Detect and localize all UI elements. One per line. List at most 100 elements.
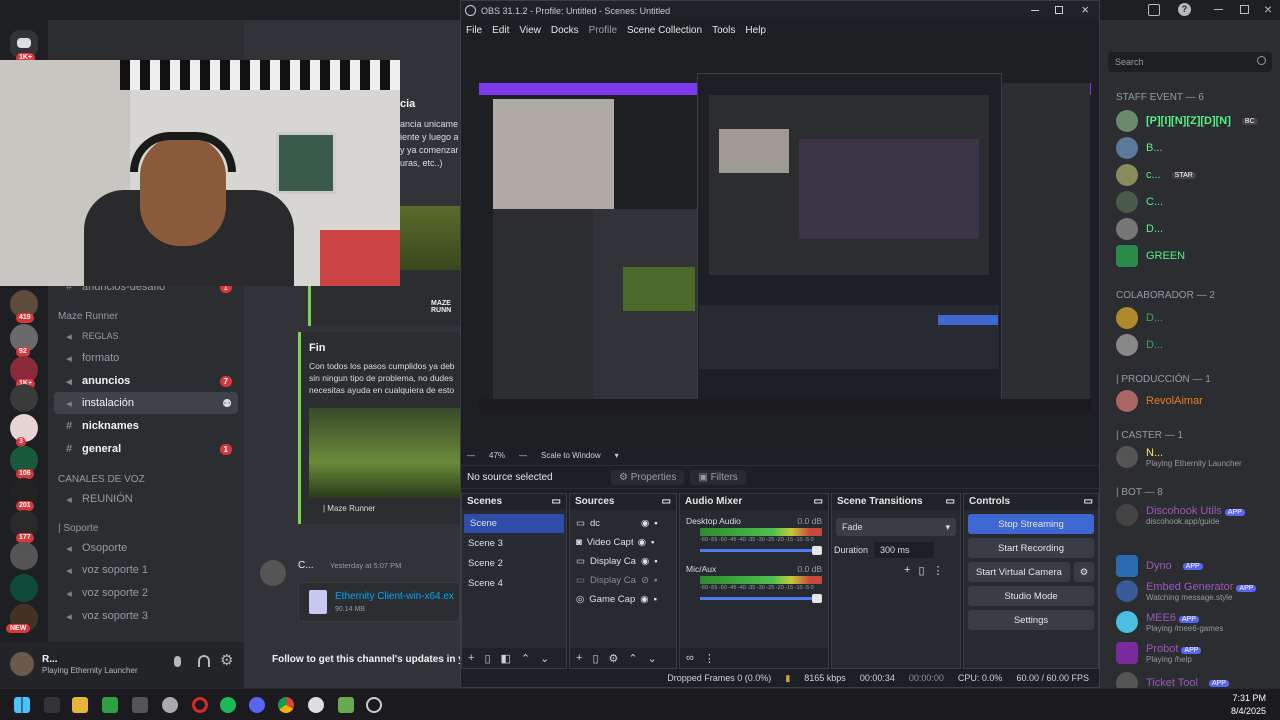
add-icon[interactable]: + bbox=[468, 652, 474, 664]
epic-games-icon[interactable] bbox=[44, 697, 60, 713]
close-icon[interactable]: × bbox=[1264, 1, 1272, 17]
clock-date[interactable]: 8/4/2025 bbox=[1231, 706, 1266, 716]
member-item[interactable]: C... bbox=[1116, 191, 1280, 213]
lock-icon[interactable]: ▪ bbox=[651, 537, 654, 548]
minimize-icon[interactable] bbox=[1031, 10, 1039, 11]
server-icon[interactable]: 177 bbox=[10, 510, 38, 543]
lock-icon[interactable]: ▪ bbox=[654, 556, 657, 567]
chrome-icon[interactable] bbox=[278, 697, 294, 713]
menu-scene-collection[interactable]: Scene Collection bbox=[627, 25, 702, 36]
server-icon[interactable]: 201 bbox=[10, 478, 38, 511]
eye-icon[interactable]: ◉ bbox=[638, 537, 646, 548]
maximize-icon[interactable] bbox=[1240, 5, 1249, 14]
gear-icon[interactable]: ⚙ bbox=[220, 651, 233, 669]
trash-icon[interactable]: ▯ bbox=[918, 564, 924, 577]
stop-streaming-button[interactable]: Stop Streaming bbox=[968, 514, 1094, 534]
transition-select[interactable]: Fade ▾ bbox=[836, 518, 956, 536]
eye-hidden-icon[interactable]: ⊘ bbox=[641, 575, 649, 586]
menu-docks[interactable]: Docks bbox=[551, 25, 579, 36]
add-icon[interactable]: + bbox=[904, 564, 910, 577]
avatar[interactable] bbox=[10, 652, 34, 676]
app-icon[interactable] bbox=[308, 697, 324, 713]
scene-item[interactable]: Scene bbox=[464, 514, 564, 533]
avatar[interactable] bbox=[260, 560, 286, 586]
member-item[interactable]: MEE6 APP Playing /mee6-games bbox=[1116, 611, 1280, 633]
scene-item[interactable]: Scene 3 bbox=[462, 534, 566, 553]
xbox-icon[interactable] bbox=[102, 697, 118, 713]
menu-edit[interactable]: Edit bbox=[492, 25, 509, 36]
zoom-in-button[interactable]: — bbox=[519, 451, 527, 460]
voice-osoporte[interactable]: ◂ Osoporte bbox=[54, 537, 238, 559]
menu-view[interactable]: View bbox=[519, 25, 541, 36]
dock-menu-icon[interactable]: ▭ bbox=[946, 496, 955, 508]
source-item[interactable]: ▭Display Cap◉▪ bbox=[570, 552, 676, 571]
desktop-audio-volume-slider[interactable] bbox=[700, 546, 822, 555]
inbox-icon[interactable] bbox=[1148, 4, 1160, 16]
category-maze-runner[interactable]: Maze Runner bbox=[58, 311, 118, 322]
member-item[interactable]: Embed Generator APP Watching message.style bbox=[1116, 580, 1280, 602]
member-item[interactable]: D... bbox=[1116, 334, 1280, 356]
member-item[interactable]: N... Playing Ethernity Launcher bbox=[1116, 446, 1280, 468]
server-icon[interactable] bbox=[10, 542, 38, 570]
voice-reunion[interactable]: ◂ REUNIÓN bbox=[54, 488, 238, 510]
channel-instalacion[interactable]: ◂ instalación ⚉ bbox=[54, 392, 238, 414]
more-icon[interactable]: ⋮ bbox=[933, 564, 944, 577]
mic-volume-slider[interactable] bbox=[700, 594, 822, 603]
channel-formato[interactable]: ◂ formato bbox=[54, 347, 238, 369]
member-item[interactable]: D... bbox=[1116, 218, 1280, 240]
file-name[interactable]: Ethernity Client-win-x64.ex bbox=[335, 591, 454, 602]
maximize-icon[interactable] bbox=[1055, 6, 1063, 14]
voice-soporte-3[interactable]: ◂ voz soporte 3 bbox=[54, 605, 238, 627]
server-icon[interactable]: 1K+ bbox=[10, 356, 38, 389]
obs-icon[interactable] bbox=[366, 697, 382, 713]
server-icon[interactable]: 92 bbox=[10, 324, 38, 357]
source-item[interactable]: ▭ dc ◉ ▪ bbox=[570, 514, 676, 533]
search-input[interactable]: Search bbox=[1108, 52, 1272, 72]
dock-menu-icon[interactable]: ▭ bbox=[814, 496, 823, 508]
headphones-icon[interactable] bbox=[198, 655, 210, 667]
down-icon[interactable]: ⌄ bbox=[540, 652, 549, 665]
duration-input[interactable]: 300 ms bbox=[874, 542, 935, 558]
file-attachment[interactable]: Ethernity Client-win-x64.ex 90.14 MB bbox=[298, 582, 460, 622]
lock-icon[interactable]: ▪ bbox=[654, 594, 657, 605]
windows-start-icon[interactable] bbox=[14, 697, 30, 713]
file-explorer-icon[interactable] bbox=[72, 697, 88, 713]
discord-icon[interactable] bbox=[249, 697, 265, 713]
scene-item[interactable]: Scene 4 bbox=[462, 574, 566, 593]
start-recording-button[interactable]: Start Recording bbox=[968, 538, 1094, 558]
channel-nicknames[interactable]: # nicknames bbox=[54, 415, 238, 437]
discord-home-icon[interactable]: 1K+ bbox=[10, 30, 38, 63]
store-icon[interactable] bbox=[132, 697, 148, 713]
server-icon[interactable] bbox=[10, 574, 38, 602]
voice-soporte-1[interactable]: ◂ voz soporte 1 bbox=[54, 559, 238, 581]
opera-icon[interactable] bbox=[192, 697, 208, 713]
zoom-out-button[interactable]: — bbox=[467, 451, 475, 460]
source-item[interactable]: ◙Video Captu◉▪ bbox=[570, 533, 676, 552]
dock-menu-icon[interactable]: ▭ bbox=[1084, 496, 1093, 508]
dock-menu-icon[interactable]: ▭ bbox=[662, 496, 671, 508]
member-item[interactable]: RevolAimar bbox=[1116, 390, 1280, 412]
studio-mode-button[interactable]: Studio Mode bbox=[968, 586, 1094, 606]
help-icon[interactable]: ? bbox=[1178, 3, 1191, 16]
follow-prompt[interactable]: Follow to get this channel's updates in … bbox=[272, 654, 470, 665]
member-item[interactable]: B... bbox=[1116, 137, 1280, 159]
microphone-icon[interactable] bbox=[174, 656, 181, 667]
up-icon[interactable]: ⌃ bbox=[521, 652, 530, 665]
menu-profile[interactable]: Profile bbox=[589, 25, 617, 36]
lock-icon[interactable]: ▪ bbox=[654, 575, 657, 586]
filter-icon[interactable]: ◧ bbox=[501, 652, 511, 665]
link-icon[interactable]: ∞ bbox=[686, 652, 694, 664]
virtual-camera-gear-icon[interactable]: ⚙ bbox=[1074, 562, 1094, 582]
filters-button[interactable]: ▣ Filters bbox=[690, 469, 746, 485]
down-icon[interactable]: ⌄ bbox=[648, 652, 657, 665]
source-item[interactable]: ◎Game Captu◉▪ bbox=[570, 590, 676, 609]
category-voice[interactable]: CANALES DE VOZ bbox=[58, 474, 145, 485]
app-icon[interactable] bbox=[162, 697, 178, 713]
eye-icon[interactable]: ◉ bbox=[641, 518, 649, 529]
source-item[interactable]: ▭Display Cap⊘▪ bbox=[570, 571, 676, 590]
clock-time[interactable]: 7:31 PM bbox=[1232, 693, 1266, 703]
member-item[interactable]: GREEN bbox=[1116, 245, 1280, 267]
server-icon[interactable] bbox=[10, 384, 38, 412]
menu-help[interactable]: Help bbox=[745, 25, 766, 36]
close-icon[interactable]: × bbox=[1081, 2, 1089, 17]
